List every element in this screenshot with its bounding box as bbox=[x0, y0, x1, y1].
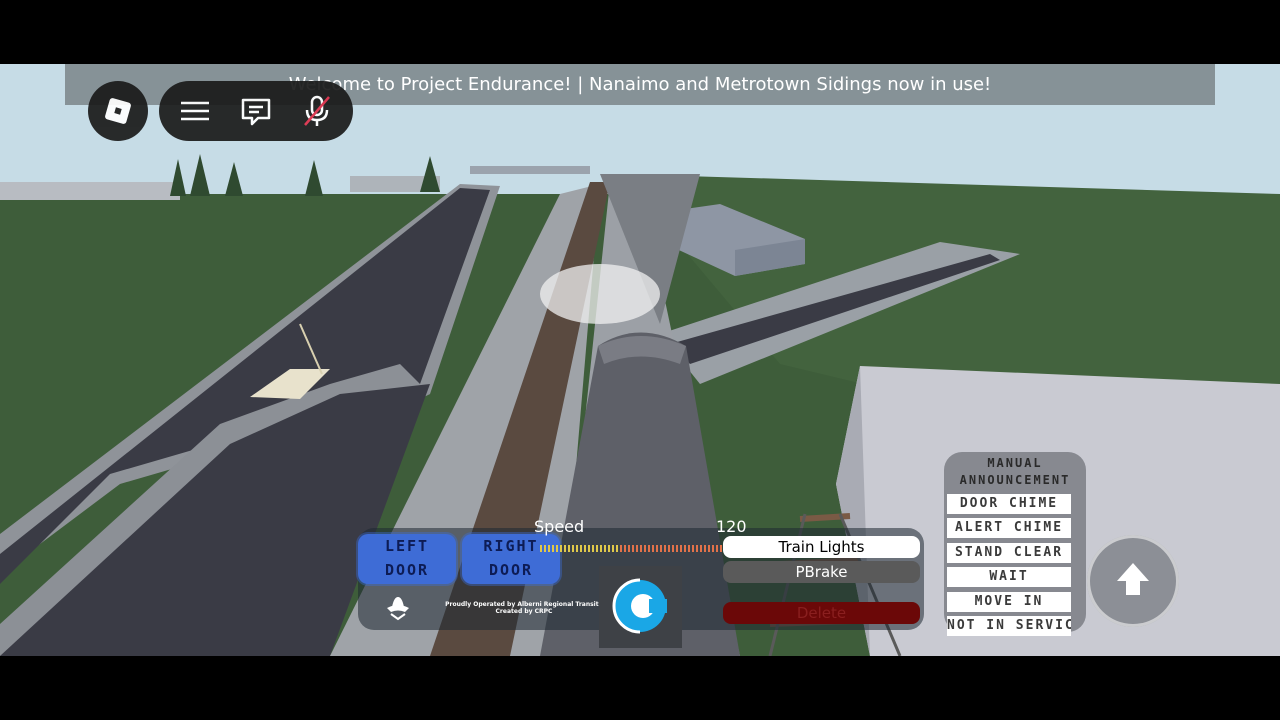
letterbox-bottom bbox=[0, 656, 1280, 720]
speed-gauge bbox=[540, 545, 738, 552]
not-in-service-button[interactable]: NOT IN SERVICE bbox=[947, 616, 1071, 636]
train-lights-button[interactable]: Train Lights bbox=[723, 536, 920, 558]
announcement-title: MANUAL ANNOUNCEMENT bbox=[959, 456, 1071, 487]
microphone-muted-icon[interactable] bbox=[299, 93, 335, 129]
delete-button[interactable]: Delete bbox=[723, 602, 920, 624]
right-door-button[interactable]: RIGHT DOOR bbox=[462, 534, 560, 584]
hamburger-menu-icon[interactable] bbox=[177, 93, 213, 129]
move-in-button[interactable]: MOVE IN bbox=[947, 592, 1071, 612]
alert-chime-button[interactable]: ALERT CHIME bbox=[947, 518, 1071, 538]
operator-hat-icon bbox=[387, 597, 409, 621]
roblox-menu-button[interactable] bbox=[88, 81, 148, 141]
chat-icon[interactable] bbox=[238, 93, 274, 129]
speed-max-value: 120 bbox=[716, 517, 747, 536]
left-door-button[interactable]: LEFT DOOR bbox=[358, 534, 456, 584]
jump-button[interactable] bbox=[1087, 535, 1179, 627]
crpc-c-logo-icon bbox=[612, 578, 667, 634]
pbrake-button[interactable]: PBrake bbox=[723, 561, 920, 583]
door-chime-button[interactable]: DOOR CHIME bbox=[947, 494, 1071, 514]
stand-clear-button[interactable]: STAND CLEAR bbox=[947, 543, 1071, 563]
jump-arrow-icon bbox=[1117, 563, 1149, 595]
letterbox-top bbox=[0, 0, 1280, 64]
roblox-logo-icon bbox=[104, 97, 132, 125]
credits-text: Proudly Operated by Alberni Regional Tra… bbox=[445, 601, 603, 615]
roblox-topbar bbox=[159, 81, 353, 141]
wait-button[interactable]: WAIT bbox=[947, 567, 1071, 587]
crpc-logo-tile bbox=[599, 566, 682, 648]
speed-label: Speed bbox=[534, 517, 585, 536]
